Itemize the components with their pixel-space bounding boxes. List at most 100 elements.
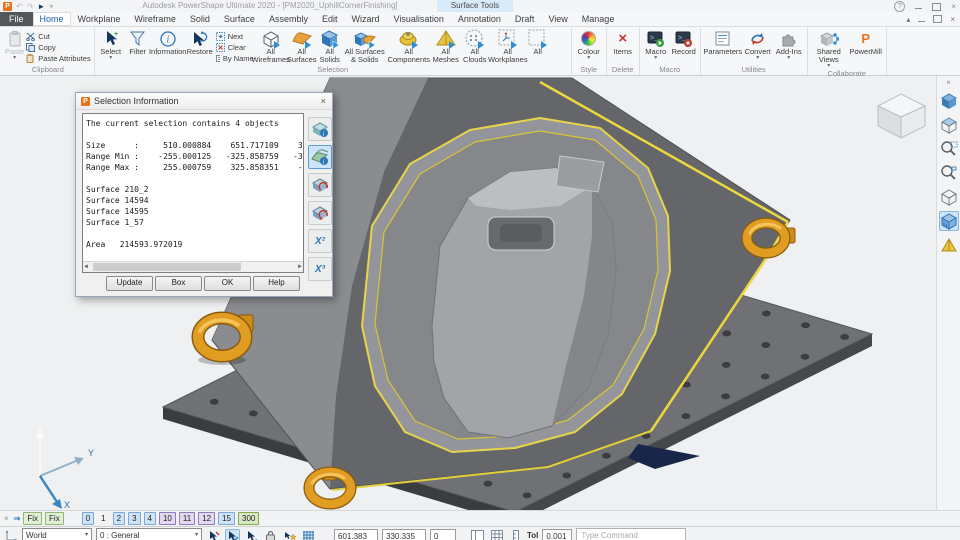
cubed-icon[interactable]: X³ [308,257,332,281]
fix-toggle-b[interactable]: Fix [45,512,64,525]
position-cursor-icon[interactable] [225,529,240,540]
tab-edit[interactable]: Edit [315,12,345,26]
view-cube[interactable] [878,94,925,138]
squared-icon[interactable]: X² [308,229,332,253]
tab-workplane[interactable]: Workplane [71,12,128,26]
level-chip-1[interactable]: 1 [97,512,109,525]
view-orientation-button[interactable] [939,115,959,135]
restore-icon[interactable] [932,3,941,11]
box-button[interactable]: Box [155,276,202,291]
zoom-button[interactable] [939,163,959,183]
all-clouds-button[interactable]: All Clouds [462,28,488,64]
tab-annotation[interactable]: Annotation [451,12,508,26]
scroll-right-icon[interactable]: ► [297,264,303,270]
mesh-view-button[interactable] [939,235,959,255]
level-chip-12[interactable]: 12 [198,512,215,525]
clear-button[interactable]: Clear [216,42,254,52]
level-chip-4[interactable]: 4 [144,512,156,525]
help-icon[interactable]: ? [894,1,905,12]
lock-icon[interactable] [263,529,278,540]
tab-home[interactable]: Home [33,12,71,26]
paste-button[interactable]: Paste ▾ [5,28,24,61]
update-button[interactable]: Update [106,276,153,291]
select-button[interactable]: + Select ▾ [98,28,124,61]
convert-button[interactable]: Convert ▾ [744,28,772,61]
record-button[interactable]: >_ Record [671,28,697,56]
tab-wizard[interactable]: Wizard [344,12,386,26]
all-solids-button[interactable]: All Solids [318,28,342,64]
level-chip-15[interactable]: 15 [218,512,235,525]
contextual-tab-surface-tools[interactable]: Surface Tools [437,0,513,12]
all-meshes-button[interactable]: All Meshes [432,28,460,64]
compare-forward-icon[interactable] [308,173,332,197]
zoom-box-button[interactable] [939,139,959,159]
copy-button[interactable]: Copy [26,42,91,52]
undo-icon[interactable]: ↶ [16,2,23,11]
level-chip-0[interactable]: 0 [82,512,94,525]
delete-items-button[interactable]: × Items [610,28,636,56]
grid-icon[interactable] [301,529,316,540]
help-button[interactable]: Help [253,276,300,291]
level-chip-10[interactable]: 10 [159,512,176,525]
tab-file[interactable]: File [0,12,33,26]
workplane-cursor-icon[interactable] [244,529,259,540]
tolerance-field[interactable]: 0.001 [542,529,572,540]
table-view-icon[interactable] [470,529,485,540]
workplane-select[interactable]: World ▾ [22,528,92,540]
shading-mode-button[interactable] [939,211,959,231]
all-components-button[interactable]: All Components [388,28,430,64]
level-select[interactable]: 0 : General ▾ [96,528,202,540]
solid-info-icon[interactable]: i [308,117,332,141]
fix-toggle-a[interactable]: Fix [23,512,42,525]
dialog-close-icon[interactable]: × [321,96,326,106]
coordinate-z-field[interactable]: 0 [430,529,456,540]
scroll-left-icon[interactable]: ◄ [83,264,89,270]
intelligent-cursor-icon[interactable] [206,529,221,540]
levels-close-icon[interactable]: × [4,514,9,523]
dialog-titlebar[interactable]: P Selection Information × [76,93,332,110]
zoom-full-button[interactable] [939,187,959,207]
next-button[interactable]: Next [216,31,254,41]
iso-view-button[interactable] [939,91,959,111]
paste-attributes-button[interactable]: Paste Attributes [26,53,91,63]
qat-dropdown-icon[interactable]: ▾ [49,2,53,11]
tab-solid[interactable]: Solid [183,12,217,26]
viewport-3d[interactable]: Y X × [0,76,960,510]
parameters-button[interactable]: Parameters [704,28,742,56]
cursor-icon[interactable]: ► [37,2,45,11]
all-surfaces-button[interactable]: All Surfaces [288,28,316,64]
dialog-text-area[interactable]: The current selection contains 4 objects… [82,113,304,273]
snap-icon[interactable] [282,529,297,540]
ruler-icon[interactable] [508,529,523,540]
doc-close-icon[interactable]: × [950,15,955,24]
cut-button[interactable]: Cut [26,31,91,41]
by-name-button[interactable]: By Name [216,53,254,63]
levels-arrow-icon[interactable]: ⇒ [14,514,21,523]
view-toolbar-close-icon[interactable]: × [946,78,951,87]
command-input[interactable] [576,528,686,540]
ok-button[interactable]: OK [204,276,251,291]
minimize-icon[interactable] [915,8,922,10]
doc-minimize-icon[interactable] [918,21,925,23]
close-icon[interactable]: × [951,2,956,11]
ribbon-collapse-icon[interactable]: ▴ [906,15,910,24]
level-chip-3[interactable]: 3 [128,512,140,525]
level-chip-300[interactable]: 300 [238,512,259,525]
tab-visualisation[interactable]: Visualisation [387,12,451,26]
surface-info-icon[interactable]: i [308,145,332,169]
add-ins-button[interactable]: Add-Ins ▾ [774,28,804,61]
horizontal-scrollbar[interactable]: ◄ ► [83,261,303,272]
coordinate-y-field[interactable]: 330.335 [382,529,426,540]
tab-surface[interactable]: Surface [217,12,262,26]
compare-back-icon[interactable] [308,201,332,225]
tab-manage[interactable]: Manage [575,12,622,26]
macro-button[interactable]: >_ Macro ▾ [643,28,669,61]
filter-button[interactable]: Filter [126,28,150,56]
level-chip-2[interactable]: 2 [113,512,125,525]
grid-table-icon[interactable] [489,529,504,540]
coordinate-x-field[interactable]: 601.383 [334,529,378,540]
tab-assembly[interactable]: Assembly [262,12,315,26]
all-button[interactable]: All [528,28,548,56]
all-workplanes-button[interactable]: All Workplanes [490,28,526,64]
restore-button[interactable]: Restore [186,28,214,56]
